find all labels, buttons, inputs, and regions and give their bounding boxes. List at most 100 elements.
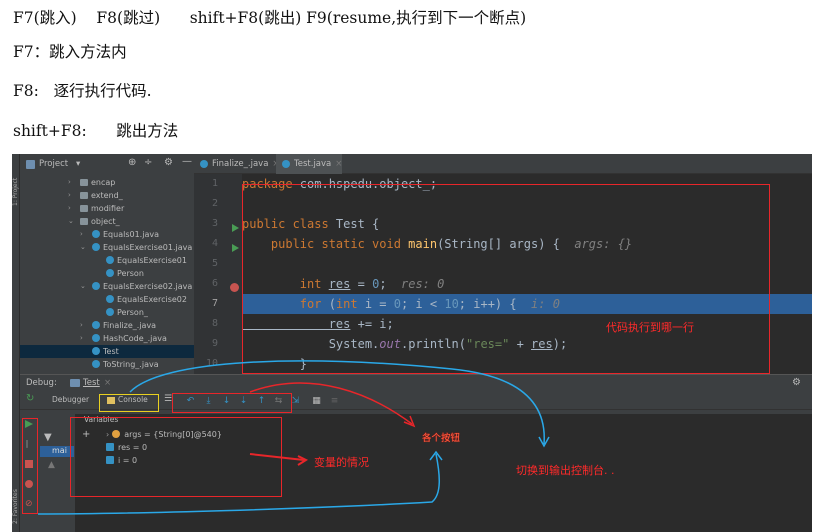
project-panel-title[interactable]: Project: [39, 159, 68, 169]
class-icon: [92, 321, 100, 329]
tree-item[interactable]: › encap: [20, 176, 194, 189]
class-icon: [106, 295, 114, 303]
debug-config-tab[interactable]: Test: [83, 378, 100, 388]
tab-finalize-label: Finalize_.java: [212, 159, 269, 169]
tree-item[interactable]: › modifier: [20, 202, 194, 215]
folder-icon: [80, 205, 88, 212]
doc-line-2: F7：跳入方法内: [13, 43, 127, 61]
doc-line-1: F7(跳入) F8(跳过) shift+F8(跳出) F9(resume,执行到…: [13, 9, 527, 27]
tab-test-label: Test.java: [294, 159, 332, 169]
breakpoint-icon[interactable]: [230, 283, 239, 292]
chevron-down-icon[interactable]: ⌄: [80, 241, 86, 254]
chevron-right-icon[interactable]: ›: [68, 202, 71, 215]
ide-screenshot: 1: Project 2: Favorites Project ▾ ⊕ ÷ ⚙ …: [12, 154, 812, 532]
chevron-right-icon[interactable]: ›: [80, 228, 83, 241]
line-number: 7: [211, 298, 218, 309]
class-icon: [282, 160, 290, 168]
dropdown-arrow-icon[interactable]: ▾: [76, 159, 80, 169]
target-icon[interactable]: ⊕: [128, 157, 136, 168]
tab-debugger[interactable]: Debugger: [52, 395, 89, 404]
tree-item[interactable]: Person_: [20, 306, 194, 319]
class-icon: [92, 347, 100, 355]
tree-item[interactable]: ⌄ object_: [20, 215, 194, 228]
class-icon: [106, 256, 114, 264]
line-gutter: 1 2 3 4 5 6 7 8 9 10: [194, 174, 242, 374]
line-number: 1: [211, 178, 218, 189]
line-number: 6: [211, 278, 218, 289]
project-panel: Project ▾ ⊕ ÷ ⚙ — › encap › extend_ › modifie…: [20, 154, 194, 374]
project-tool-label[interactable]: 1: Project: [12, 160, 20, 206]
filter-icon[interactable]: ▼: [44, 432, 52, 443]
tree-item[interactable]: ToString_.java: [20, 358, 194, 371]
line-number: 8: [211, 318, 218, 329]
doc-line-4: shift+F8: 跳出方法: [13, 122, 179, 140]
run-to-cursor-icon[interactable]: ⇲: [291, 396, 300, 406]
tree-item-label: EqualsExercise01: [117, 256, 187, 265]
tree-item-label: encap: [91, 178, 116, 187]
chevron-right-icon[interactable]: ›: [80, 332, 83, 345]
tree-item[interactable]: › HashCode_.java: [20, 332, 194, 345]
tree-item-label: Person_: [117, 308, 148, 317]
annotation-switch-console: 切换到输出控制台. .: [516, 464, 615, 477]
folder-icon: [80, 192, 88, 199]
gear-icon[interactable]: ⚙: [792, 377, 801, 388]
console-tab-highlight-box: [99, 394, 159, 412]
tree-item[interactable]: ⌄ EqualsExercise01.java: [20, 241, 194, 254]
variables-highlight-box: [70, 417, 282, 497]
class-icon: [92, 243, 100, 251]
line-number: 10: [205, 358, 218, 369]
layout-menu-icon[interactable]: ☰: [164, 394, 172, 404]
tree-item-label: EqualsExercise02: [117, 295, 187, 304]
close-icon[interactable]: ×: [104, 378, 111, 388]
chevron-down-icon[interactable]: ⌄: [80, 280, 86, 293]
frame-item[interactable]: mai: [40, 446, 74, 457]
run-gutter-icon[interactable]: [232, 244, 239, 252]
tab-test[interactable]: Test.java ×: [276, 154, 342, 174]
side-buttons-highlight-box: [22, 418, 38, 514]
tree-item[interactable]: EqualsExercise01: [20, 254, 194, 267]
run-gutter-icon[interactable]: [232, 224, 239, 232]
class-icon: [92, 282, 100, 290]
tree-item[interactable]: Person: [20, 267, 194, 280]
tree-item-label: EqualsExercise01.java: [103, 243, 193, 252]
tab-finalize[interactable]: Finalize_.java×: [194, 154, 280, 174]
debug-header: Debug: Test × ⚙: [20, 374, 812, 390]
line-number: 4: [211, 238, 218, 249]
tree-item-label: Finalize_.java: [103, 321, 157, 330]
project-panel-header: Project ▾ ⊕ ÷ ⚙ —: [20, 154, 194, 174]
tree-item[interactable]: › extend_: [20, 189, 194, 202]
close-icon[interactable]: ×: [335, 159, 342, 169]
class-icon: [200, 160, 208, 168]
collapse-icon[interactable]: ÷: [144, 157, 152, 168]
chevron-right-icon[interactable]: ›: [68, 176, 71, 189]
line-number: 9: [211, 338, 218, 349]
line-number: 3: [211, 218, 218, 229]
chevron-right-icon[interactable]: ›: [80, 319, 83, 332]
left-tool-strip: 1: Project 2: Favorites: [12, 154, 20, 532]
annotation-code-line: 代码执行到哪一行: [606, 321, 694, 334]
tree-item[interactable]: Test: [20, 345, 194, 358]
line-number: 2: [211, 198, 218, 209]
gear-icon[interactable]: ⚙: [164, 157, 173, 168]
chevron-down-icon[interactable]: ⌄: [68, 215, 74, 228]
minimize-icon[interactable]: —: [182, 156, 192, 167]
tree-item[interactable]: EqualsExercise02: [20, 293, 194, 306]
tree-item-label: EqualsExercise02.java: [103, 282, 193, 291]
tree-item-label: Person: [117, 269, 144, 278]
tree-item[interactable]: › Finalize_.java: [20, 319, 194, 332]
tree-item-label: object_: [91, 217, 120, 226]
folder-icon: [80, 218, 88, 225]
debug-title: Debug:: [26, 378, 57, 388]
trace-icon[interactable]: ≡: [330, 396, 339, 406]
chevron-right-icon[interactable]: ›: [68, 189, 71, 202]
tree-item[interactable]: ⌄ EqualsExercise02.java: [20, 280, 194, 293]
editor-tabs: Finalize_.java× Test.java×: [194, 154, 812, 174]
rerun-icon[interactable]: ↻: [26, 393, 34, 404]
class-icon: [92, 360, 100, 368]
tree-item[interactable]: › Equals01.java: [20, 228, 194, 241]
project-view-icon: [26, 160, 35, 169]
evaluate-expression-icon[interactable]: ▦: [312, 396, 321, 406]
scroll-up-icon[interactable]: ▲: [48, 460, 55, 470]
doc-line-3: F8: 逐行执行代码.: [13, 82, 152, 100]
favorites-tool-label[interactable]: 2: Favorites: [12, 470, 20, 524]
